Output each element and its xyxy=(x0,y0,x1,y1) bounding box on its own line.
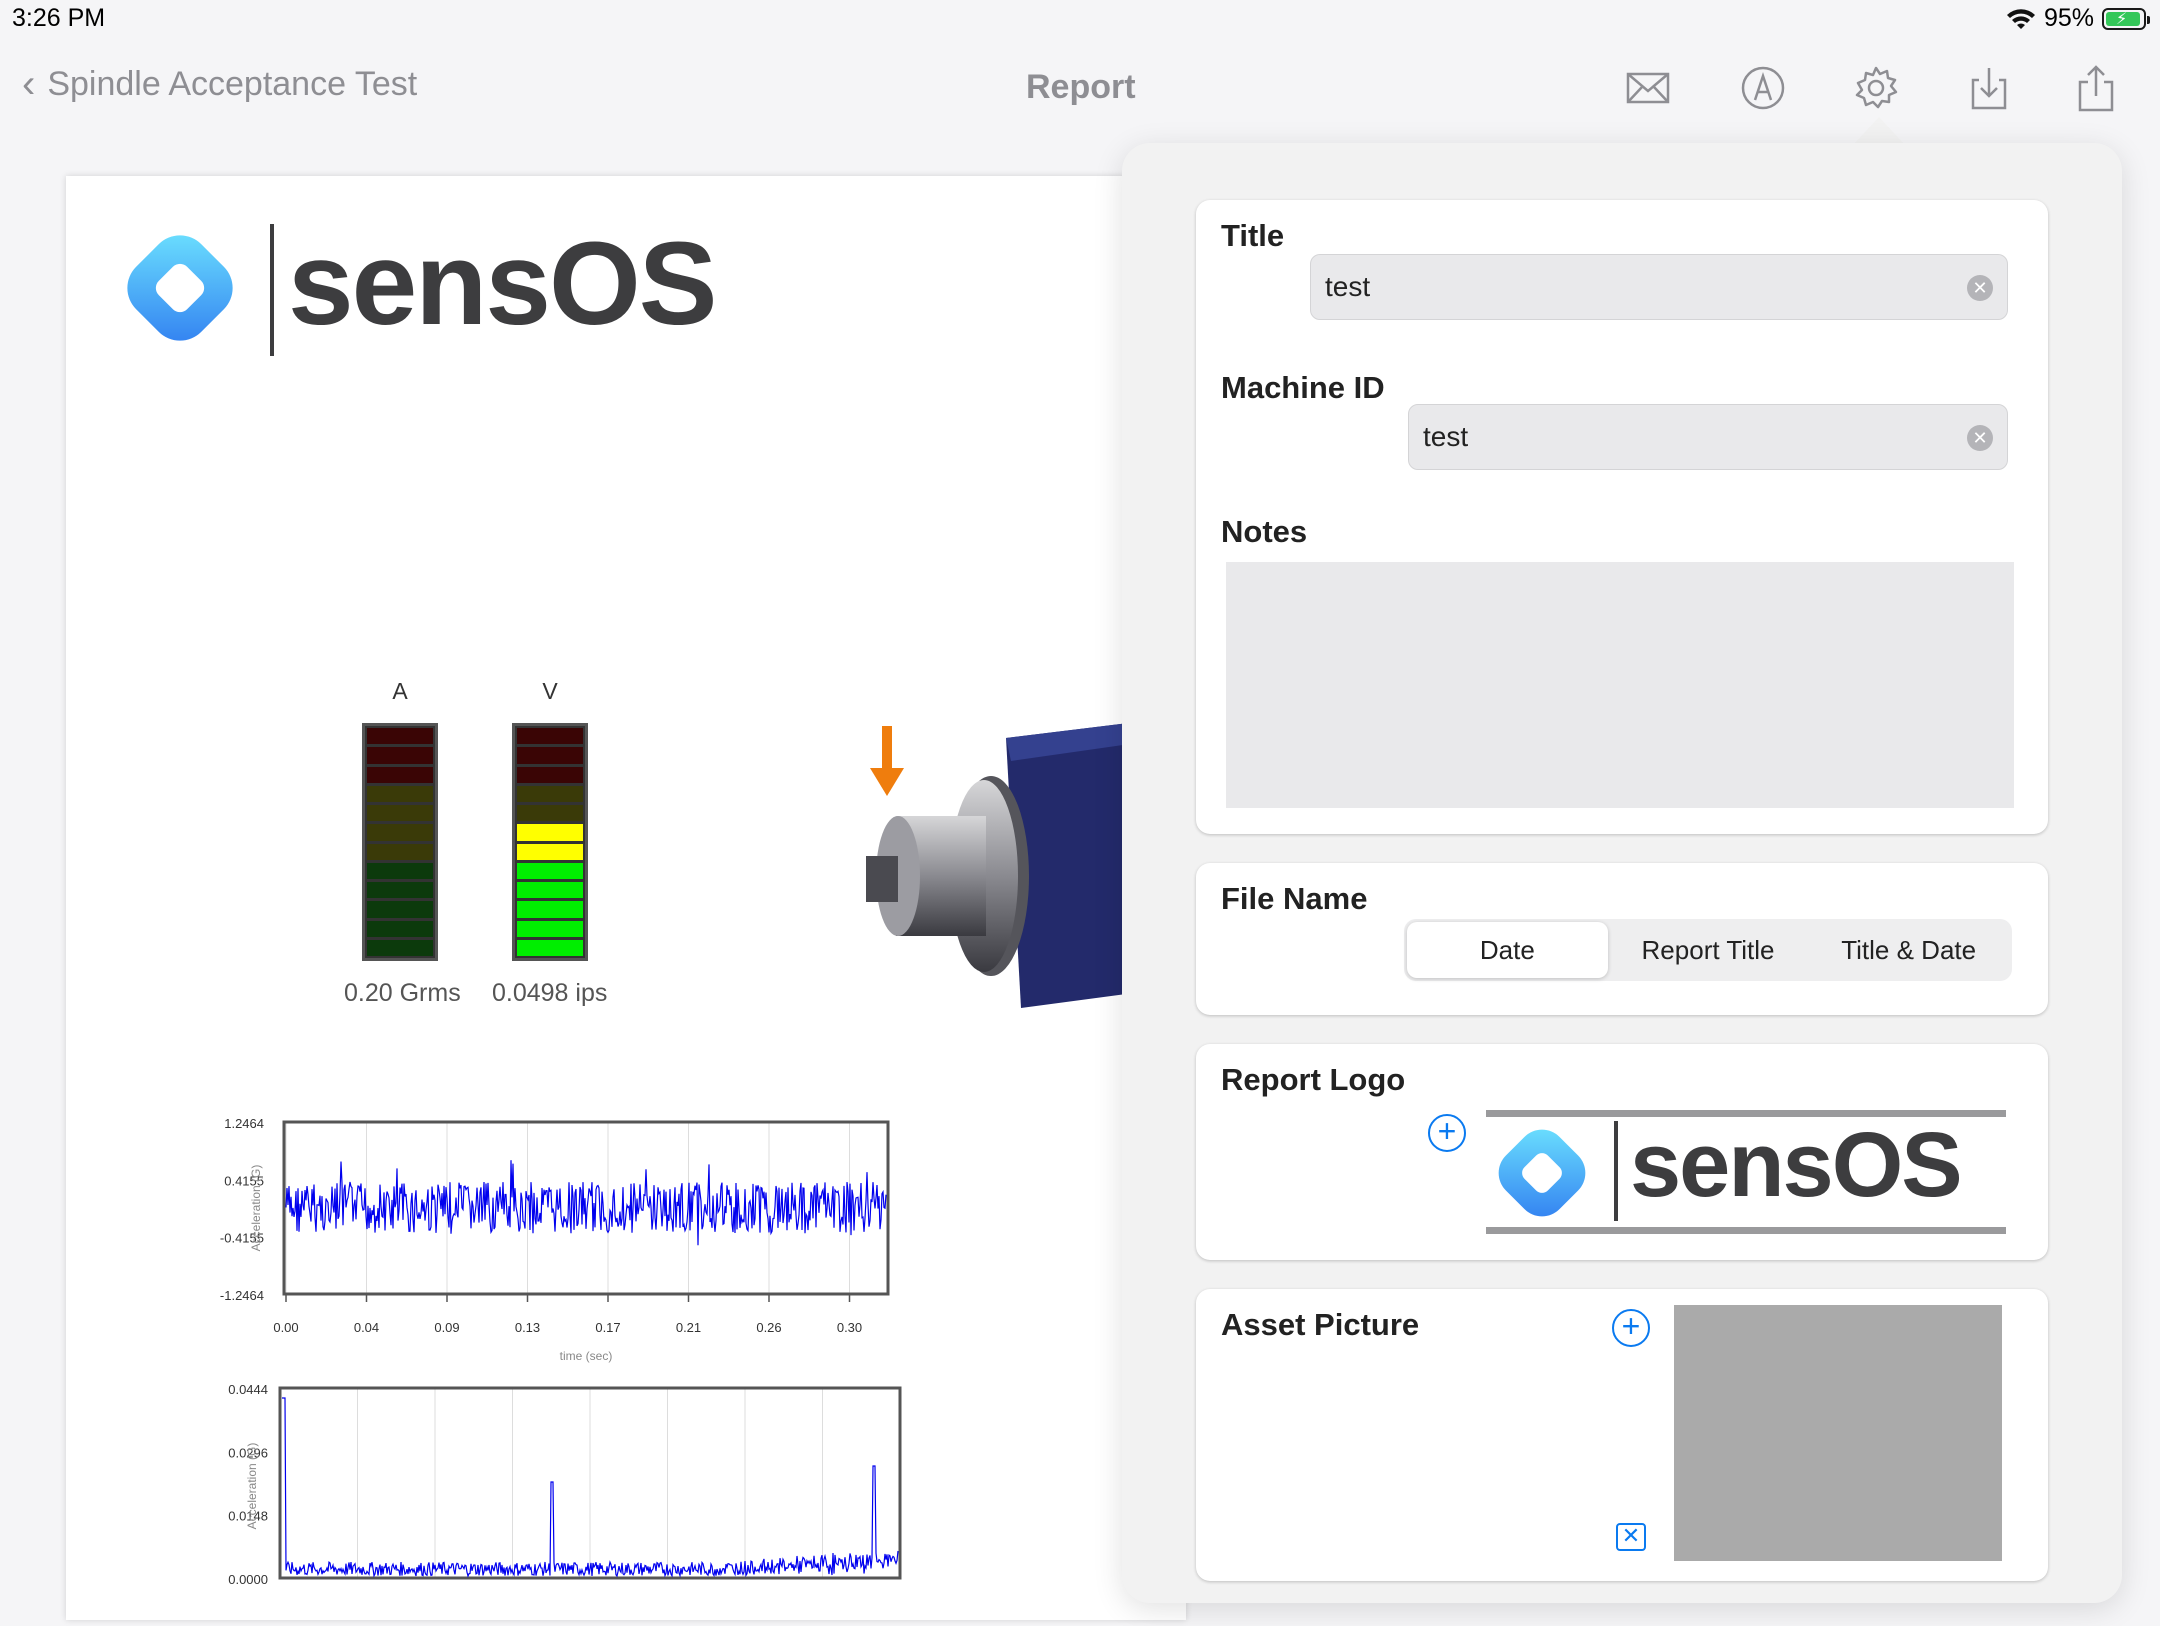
meter-a-label: A xyxy=(392,678,408,704)
asset-picture-card: Asset Picture + ✕ xyxy=(1196,1289,2048,1581)
meter-segment xyxy=(517,862,583,879)
meter-segment xyxy=(367,901,433,918)
battery-icon: ⚡ xyxy=(2102,7,2150,30)
popover-arrow xyxy=(1853,117,1905,145)
title-label: Title xyxy=(1221,218,1285,253)
logo-divider xyxy=(270,224,274,356)
back-label: Spindle Acceptance Test xyxy=(47,64,418,103)
report-preview: sensOS A 0.20 Grms V 0.0498 ips 1.2464 0.… xyxy=(66,176,1186,1620)
sensos-logo-mark xyxy=(127,235,233,341)
meter-segment xyxy=(367,843,433,860)
add-logo-button[interactable]: + xyxy=(1428,1114,1466,1152)
report-logo-label: Report Logo xyxy=(1221,1062,1406,1097)
remove-asset-picture-button[interactable]: ✕ xyxy=(1616,1523,1646,1551)
add-asset-picture-button[interactable]: + xyxy=(1612,1309,1650,1347)
time-xtick-label: 0.04 xyxy=(354,1320,379,1335)
meter-v-label: V xyxy=(542,678,558,704)
meter-segment xyxy=(517,843,583,860)
time-ytick-label: 1.2464 xyxy=(224,1116,264,1131)
meter-segment xyxy=(517,766,583,783)
gear-icon[interactable] xyxy=(1850,62,1902,114)
clear-machine-id-icon[interactable]: ✕ xyxy=(1967,425,1993,451)
asset-picture-placeholder xyxy=(1674,1305,2002,1561)
logo-preview-divider xyxy=(1614,1121,1618,1221)
download-icon[interactable] xyxy=(1963,62,2015,114)
meter-segment xyxy=(367,747,433,764)
machine-id-field[interactable]: test ✕ xyxy=(1408,404,2008,470)
meter-segment xyxy=(517,805,583,822)
file-name-label: File Name xyxy=(1221,881,1368,916)
notes-textarea[interactable] xyxy=(1226,562,2014,808)
meter-a xyxy=(362,723,438,961)
meter-segment xyxy=(367,728,433,745)
meter-segment xyxy=(517,939,583,956)
meter-v-value: 0.0498 ips xyxy=(492,979,608,1007)
wifi-icon xyxy=(2006,8,2035,29)
notes-label: Notes xyxy=(1221,514,1308,549)
logo-text: sensOS xyxy=(288,218,717,350)
time-xtick-label: 0.17 xyxy=(595,1320,620,1335)
spectrum-ytick-label: 0.0000 xyxy=(228,1572,268,1587)
share-icon[interactable] xyxy=(2070,62,2122,114)
report-settings-popover: Title test ✕ Machine ID test ✕ Notes Fil… xyxy=(1122,143,2122,1603)
status-indicators: 95% ⚡ xyxy=(2006,4,2150,33)
time-waveform-chart: 1.24640.4155-0.4155-1.2464 0.00 0.04 0.09 0… xyxy=(220,1116,890,1363)
machine-id-value: test xyxy=(1423,421,1469,452)
asset-picture-label: Asset Picture xyxy=(1221,1307,1420,1342)
time-xtick-label: 0.09 xyxy=(434,1320,459,1335)
machine-id-label: Machine ID xyxy=(1221,370,1385,405)
report-logo-card: Report Logo + sensOS xyxy=(1196,1044,2048,1260)
title-field[interactable]: test ✕ xyxy=(1310,254,2008,320)
file-name-option-title-date[interactable]: Title & Date xyxy=(1808,922,2009,978)
time-xlabel: time (sec) xyxy=(560,1349,613,1363)
file-name-card: File Name Date Report Title Title & Date xyxy=(1196,863,2048,1015)
back-button[interactable]: ‹ Spindle Acceptance Test xyxy=(22,64,417,104)
time-ytick-label: -1.2464 xyxy=(220,1288,264,1303)
spectrum-ylabel: Acceleration (G) xyxy=(245,1443,259,1530)
file-name-segmented-control: Date Report Title Title & Date xyxy=(1404,919,2012,981)
logo-preview-mark xyxy=(1498,1129,1586,1217)
markup-pen-icon[interactable] xyxy=(1737,62,1789,114)
title-value: test xyxy=(1325,271,1371,302)
envelope-icon[interactable] xyxy=(1622,62,1674,114)
meter-v xyxy=(512,723,588,961)
battery-percent: 95% xyxy=(2043,4,2094,32)
spectrum-chart: 0.04440.02960.01480.0000 Acceleration (G… xyxy=(228,1382,902,1587)
time-ylabel: Acceleration (G) xyxy=(249,1165,263,1252)
time-xtick-label: 0.21 xyxy=(676,1320,701,1335)
logo-preview-text: sensOS xyxy=(1630,1114,1963,1216)
meter-segment xyxy=(517,785,583,802)
meter-segment xyxy=(367,862,433,879)
file-name-option-report-title[interactable]: Report Title xyxy=(1608,922,1809,978)
meter-segment xyxy=(517,901,583,918)
meter-segment xyxy=(517,920,583,937)
meter-segment xyxy=(367,920,433,937)
report-logo-preview: sensOS xyxy=(1486,1110,2006,1234)
details-card: Title test ✕ Machine ID test ✕ Notes xyxy=(1196,200,2048,834)
meter-a-value: 0.20 Grms xyxy=(344,979,461,1007)
meter-segment xyxy=(517,747,583,764)
spectrum-ytick-label: 0.0444 xyxy=(228,1382,268,1397)
meter-segment xyxy=(517,728,583,745)
file-name-option-date[interactable]: Date xyxy=(1407,922,1608,978)
time-xtick-label: 0.13 xyxy=(515,1320,540,1335)
meter-segment xyxy=(367,785,433,802)
meter-segment xyxy=(517,824,583,841)
meter-segment xyxy=(367,939,433,956)
time-xtick-label: 0.00 xyxy=(273,1320,298,1335)
meter-segment xyxy=(517,882,583,899)
clear-title-icon[interactable]: ✕ xyxy=(1967,275,1993,301)
status-time: 3:26 PM xyxy=(12,4,106,32)
meter-segment xyxy=(367,882,433,899)
meter-segment xyxy=(367,766,433,783)
time-xtick-label: 0.30 xyxy=(837,1320,862,1335)
page-title: Report xyxy=(1026,68,1136,106)
meter-segment xyxy=(367,805,433,822)
time-xtick-label: 0.26 xyxy=(756,1320,781,1335)
meter-segment xyxy=(367,824,433,841)
chevron-left-icon: ‹ xyxy=(22,62,36,106)
